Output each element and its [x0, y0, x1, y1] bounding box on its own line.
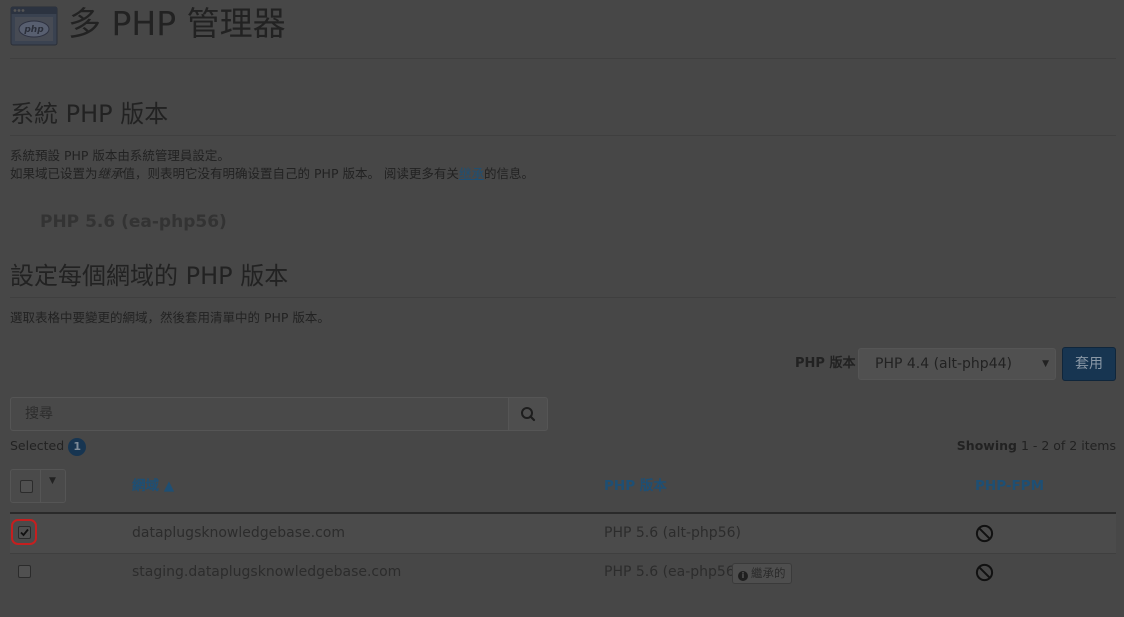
divider [10, 135, 1116, 136]
apply-button[interactable]: 套用 [1062, 347, 1116, 381]
row-checkbox[interactable] [18, 526, 31, 539]
prohibited-icon [975, 563, 994, 582]
php-version-label: PHP 版本 [795, 356, 856, 371]
system-php-description: 系統預設 PHP 版本由系統管理員設定。 [10, 148, 230, 163]
search-input[interactable]: 搜尋 [10, 397, 509, 431]
select-menu-caret-icon[interactable]: ▼ [49, 476, 56, 486]
checkmark-icon [20, 528, 29, 537]
search-button[interactable] [508, 397, 548, 431]
column-header-php-fpm[interactable]: PHP-FPM [975, 477, 1044, 495]
inherit-description: 如果域已设置为继承值，则表明它没有明确设置自己的 PHP 版本。 阅读更多有关继… [10, 166, 534, 181]
paging-summary: Showing 1 - 2 of 2 items [956, 438, 1116, 453]
select-all-checkbox[interactable] [20, 480, 33, 493]
inherit-help-link[interactable]: 继承 [459, 166, 484, 181]
page-title: 多 PHP 管理器 [68, 4, 286, 43]
divider [10, 58, 1116, 59]
inherited-badge[interactable]: i 繼承的 [732, 563, 792, 584]
search-icon [521, 407, 536, 422]
row-php-version: PHP 5.6 (alt-php56) [604, 525, 741, 541]
column-header-php-version[interactable]: PHP 版本 [604, 477, 667, 495]
php-window-icon: php [10, 6, 58, 46]
dropdown-caret-icon: ▼ [1042, 359, 1049, 369]
system-php-version: PHP 5.6 (ea-php56) [40, 212, 227, 232]
table-row: staging.dataplugsknowledgebase.com PHP 5… [10, 553, 1116, 593]
system-php-heading: 系統 PHP 版本 [10, 100, 169, 128]
row-php-version: PHP 5.6 (ea-php56) [604, 564, 741, 580]
row-domain: staging.dataplugsknowledgebase.com [132, 564, 402, 580]
selected-count: Selected 1 [10, 437, 87, 456]
row-domain: dataplugsknowledgebase.com [132, 525, 345, 541]
selected-badge: 1 [68, 438, 87, 456]
table-row: dataplugsknowledgebase.com PHP 5.6 (alt-… [10, 514, 1116, 553]
info-icon: i [738, 571, 748, 581]
domain-php-description: 選取表格中要變更的網域，然後套用清單中的 PHP 版本。 [10, 310, 330, 325]
page: php 多 PHP 管理器 系統 PHP 版本 系統預設 PHP 版本由系統管理… [0, 0, 1124, 617]
divider [10, 297, 1116, 298]
prohibited-icon [975, 524, 994, 543]
select-all-control[interactable]: ▼ [10, 469, 66, 503]
php-version-select[interactable]: PHP 4.4 (alt-php44) ▼ [858, 348, 1056, 380]
row-checkbox[interactable] [18, 565, 31, 578]
svg-text:php: php [23, 25, 44, 35]
column-header-domain[interactable]: 網域 ▲ [132, 477, 174, 495]
domain-php-heading: 設定每個網域的 PHP 版本 [10, 262, 289, 290]
